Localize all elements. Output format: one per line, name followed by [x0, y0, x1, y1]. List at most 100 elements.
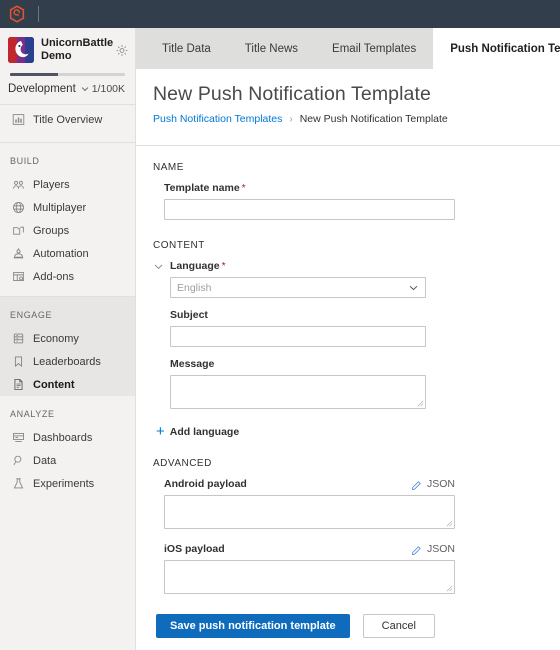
studio-title: UnicornBattle Demo	[41, 37, 114, 62]
android-json-editor-button[interactable]: JSON	[411, 478, 455, 490]
required-asterisk: *	[221, 260, 226, 272]
message-textarea[interactable]	[171, 376, 425, 408]
tab-title-data[interactable]: Title Data	[145, 28, 228, 69]
section-heading-name: NAME	[153, 162, 184, 173]
flask-icon	[13, 478, 24, 489]
folder-icon	[13, 226, 24, 235]
form-actions: Save push notification template Cancel	[156, 614, 543, 638]
breadcrumb-separator-icon: ›	[289, 113, 293, 125]
android-json-label: JSON	[426, 478, 455, 490]
field-android-payload: Android payload JSON	[164, 478, 543, 529]
save-push-notification-template-button[interactable]: Save push notification template	[156, 614, 350, 638]
main-content: New Push Notification Template Push Noti…	[136, 69, 560, 650]
dashboard-icon	[13, 432, 24, 443]
android-payload-textarea-wrapper	[164, 495, 455, 529]
breadcrumb-link-push-notification-templates[interactable]: Push Notification Templates	[153, 113, 282, 125]
sidebar-item-players[interactable]: Players	[0, 173, 135, 196]
section-heading-advanced: ADVANCED	[153, 458, 212, 469]
breadcrumb-current: New Push Notification Template	[299, 113, 448, 125]
sidebar-item-label: Groups	[33, 224, 70, 237]
sidebar-item-groups[interactable]: Groups	[0, 219, 135, 242]
sidebar: UnicornBattle Demo Development 1/100K Ti…	[0, 28, 136, 650]
sidebar-item-data[interactable]: Data	[0, 449, 135, 472]
resize-grip-icon[interactable]	[446, 585, 453, 592]
tab-title-news[interactable]: Title News	[228, 28, 315, 69]
sidebar-item-experiments[interactable]: Experiments	[0, 472, 135, 495]
economy-icon	[13, 333, 24, 344]
sidebar-item-label: Economy	[33, 332, 79, 345]
sidebar-item-label: Leaderboards	[33, 355, 101, 368]
ios-payload-header: iOS payload JSON	[164, 543, 455, 555]
quota-label: 1/100K	[91, 83, 125, 95]
sidebar-item-automation[interactable]: Automation	[0, 242, 135, 265]
template-name-label: Template name *	[164, 182, 543, 194]
gear-icon[interactable]	[115, 44, 129, 57]
sidebar-item-label: Automation	[33, 247, 89, 260]
cancel-button[interactable]: Cancel	[362, 614, 435, 638]
language-label: Language *	[170, 260, 426, 272]
resize-grip-icon[interactable]	[446, 520, 453, 527]
resize-grip-icon[interactable]	[417, 400, 424, 407]
environment-label: Development	[8, 83, 76, 95]
pencil-icon	[411, 480, 421, 490]
chevron-down-icon	[409, 285, 418, 291]
environment-row[interactable]: Development 1/100K	[0, 76, 135, 105]
environment-selector[interactable]: Development	[8, 83, 90, 95]
chart-bar-icon	[12, 114, 25, 125]
sidebar-item-label: Players	[33, 178, 70, 191]
required-asterisk: *	[241, 182, 246, 194]
playfab-logo-icon[interactable]	[8, 5, 26, 23]
sidebar-item-label: Multiplayer	[33, 201, 87, 214]
robot-icon	[13, 248, 24, 259]
tab-push-notification-templates[interactable]: Push Notification Templates	[433, 28, 560, 69]
globe-icon	[13, 202, 24, 213]
studio-avatar	[8, 37, 34, 63]
sidebar-item-dashboards[interactable]: Dashboards	[0, 426, 135, 449]
pencil-icon	[411, 545, 421, 555]
sidebar-item-title-overview[interactable]: Title Overview	[0, 105, 135, 134]
sidebar-item-multiplayer[interactable]: Multiplayer	[0, 196, 135, 219]
template-name-label-text: Template name	[164, 182, 240, 194]
sidebar-item-leaderboards[interactable]: Leaderboards	[0, 350, 135, 373]
sidebar-item-content[interactable]: Content	[0, 373, 135, 396]
sidebar-item-label: Dashboards	[33, 431, 93, 444]
tab-email-templates[interactable]: Email Templates	[315, 28, 433, 69]
sidebar-item-label: Data	[33, 454, 57, 467]
magnifier-icon	[13, 455, 22, 466]
sidebar-item-economy[interactable]: Economy	[0, 327, 135, 350]
bookmark-icon	[14, 356, 23, 367]
sidebar-group-label: ANALYZE	[10, 409, 55, 419]
subject-input[interactable]	[170, 326, 426, 347]
addons-grid-icon	[13, 271, 24, 282]
add-language-label: Add language	[169, 426, 240, 438]
sidebar-item-label: Content	[33, 378, 75, 391]
top-app-bar	[0, 0, 560, 28]
chevron-down-icon[interactable]	[153, 261, 164, 272]
ios-payload-textarea[interactable]	[165, 561, 454, 593]
subject-label: Subject	[170, 309, 208, 321]
ios-payload-textarea-wrapper	[164, 560, 455, 594]
language-select[interactable]: English	[170, 277, 426, 298]
players-icon	[13, 180, 24, 189]
tab-strip: Title Data Title News Email Templates Pu…	[136, 28, 560, 69]
studio-header: UnicornBattle Demo	[0, 28, 135, 71]
android-payload-textarea[interactable]	[165, 496, 454, 528]
page-title: New Push Notification Template	[153, 83, 431, 105]
sidebar-group-engage: ENGAGE Economy Leaderboards Content	[0, 297, 135, 396]
sidebar-group-build: BUILD Players Multiplayer Groups Automat…	[0, 143, 135, 288]
sidebar-item-label: Add-ons	[33, 270, 74, 283]
sidebar-item-add-ons[interactable]: Add-ons	[0, 265, 135, 288]
sidebar-group-label: BUILD	[10, 156, 40, 166]
sidebar-item-label: Title Overview	[33, 113, 103, 126]
ios-json-label: JSON	[426, 543, 455, 555]
template-name-input[interactable]	[164, 199, 455, 220]
android-payload-label: Android payload	[164, 478, 247, 490]
ios-json-editor-button[interactable]: JSON	[411, 543, 455, 555]
android-payload-header: Android payload JSON	[164, 478, 455, 490]
add-language-button[interactable]: + Add language	[156, 424, 543, 439]
ios-payload-label: iOS payload	[164, 543, 225, 555]
push-template-form: NAME Template name * CONTENT Language * En…	[136, 146, 560, 638]
language-block: Language * English Subject Message	[153, 260, 543, 409]
language-select-value: English	[177, 281, 212, 294]
language-label-text: Language	[170, 260, 220, 272]
